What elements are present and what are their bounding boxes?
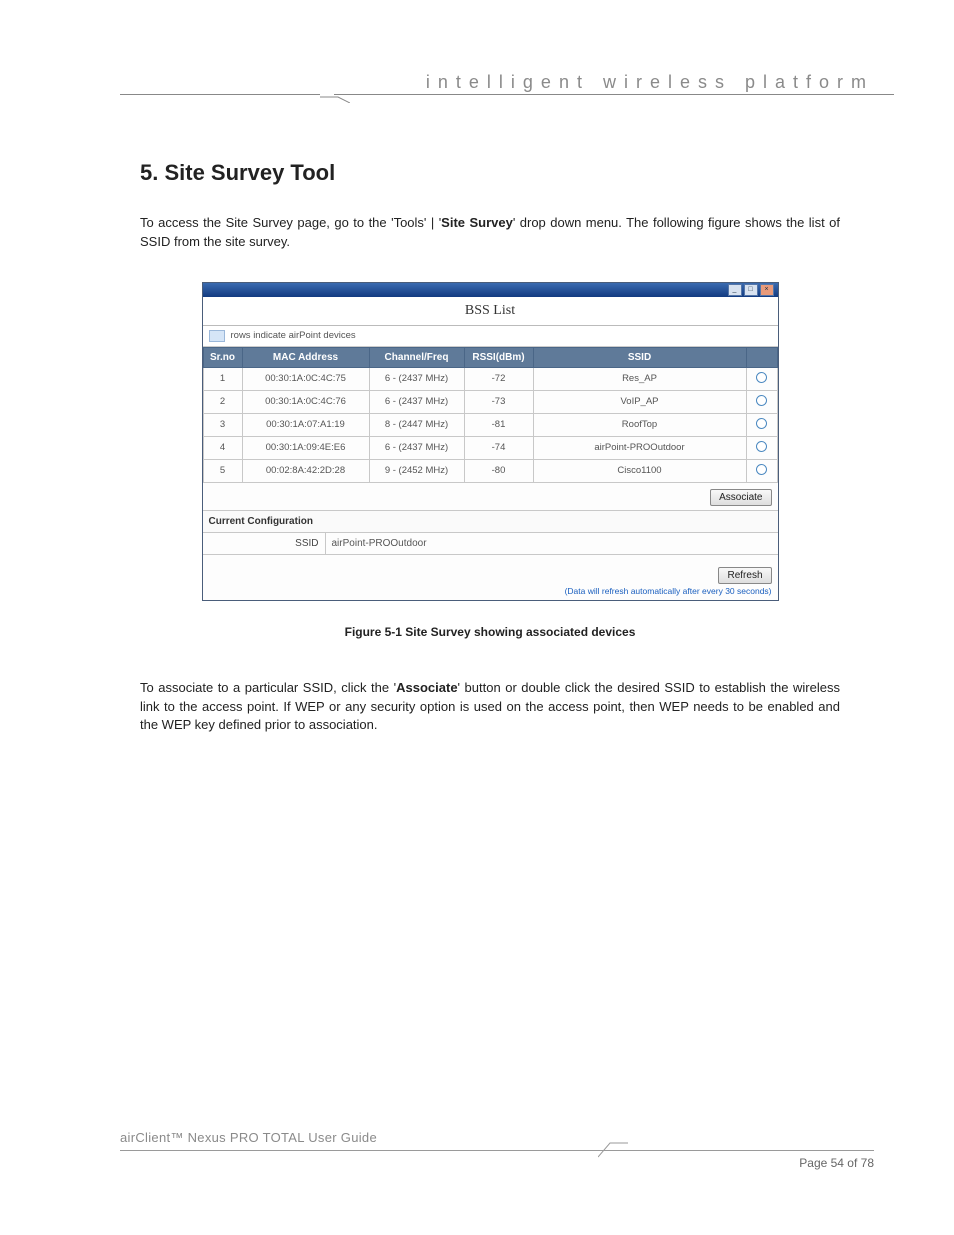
close-icon[interactable]: × — [760, 284, 774, 296]
maximize-icon[interactable]: □ — [744, 284, 758, 296]
site-survey-window: _ □ × BSS List rows indicate airPoint de… — [202, 282, 779, 601]
radio-icon[interactable] — [756, 418, 767, 429]
table-row[interactable]: 4 00:30:1A:09:4E:E6 6 - (2437 MHz) -74 a… — [203, 436, 777, 459]
refresh-note: (Data will refresh automatically after e… — [203, 586, 778, 600]
table-row[interactable]: 3 00:30:1A:07:A1:19 8 - (2447 MHz) -81 R… — [203, 413, 777, 436]
radio-icon[interactable] — [756, 464, 767, 475]
footer-guide-title: airClient™ Nexus PRO TOTAL User Guide — [120, 1130, 377, 1145]
radio-icon[interactable] — [756, 395, 767, 406]
config-ssid-value: airPoint-PROOutdoor — [326, 533, 778, 555]
header-tagline: intelligent wireless platform — [426, 72, 874, 93]
figure-caption: Figure 5-1 Site Survey showing associate… — [140, 625, 840, 639]
refresh-button[interactable]: Refresh — [718, 567, 771, 584]
config-ssid-row: SSID airPoint-PROOutdoor — [203, 533, 778, 555]
col-ssid[interactable]: SSID — [533, 347, 746, 367]
table-row[interactable]: 5 00:02:8A:42:2D:28 9 - (2452 MHz) -80 C… — [203, 459, 777, 482]
radio-icon[interactable] — [756, 441, 767, 452]
radio-icon[interactable] — [756, 372, 767, 383]
col-select — [746, 347, 777, 367]
intro-paragraph: To access the Site Survey page, go to th… — [140, 214, 840, 252]
page-number: Page 54 of 78 — [799, 1156, 874, 1170]
table-row[interactable]: 1 00:30:1A:0C:4C:75 6 - (2437 MHz) -72 R… — [203, 367, 777, 390]
header-rule — [60, 94, 894, 95]
col-chan[interactable]: Channel/Freq — [369, 347, 464, 367]
table-row[interactable]: 2 00:30:1A:0C:4C:76 6 - (2437 MHz) -73 V… — [203, 390, 777, 413]
legend-row: rows indicate airPoint devices — [203, 326, 778, 347]
legend-text: rows indicate airPoint devices — [231, 330, 356, 341]
bss-list-title: BSS List — [203, 297, 778, 326]
outro-paragraph: To associate to a particular SSID, click… — [140, 679, 840, 736]
legend-swatch — [209, 330, 225, 342]
section-title: 5. Site Survey Tool — [140, 160, 840, 186]
bss-table: Sr.no MAC Address Channel/Freq RSSI(dBm)… — [203, 347, 778, 483]
col-srno[interactable]: Sr.no — [203, 347, 242, 367]
col-mac[interactable]: MAC Address — [242, 347, 369, 367]
page-footer: airClient™ Nexus PRO TOTAL User Guide Pa… — [120, 1150, 874, 1180]
minimize-icon[interactable]: _ — [728, 284, 742, 296]
current-config-header: Current Configuration — [203, 510, 778, 533]
window-titlebar: _ □ × — [203, 283, 778, 297]
associate-button[interactable]: Associate — [710, 489, 771, 506]
config-ssid-label: SSID — [203, 533, 326, 555]
col-rssi[interactable]: RSSI(dBm) — [464, 347, 533, 367]
